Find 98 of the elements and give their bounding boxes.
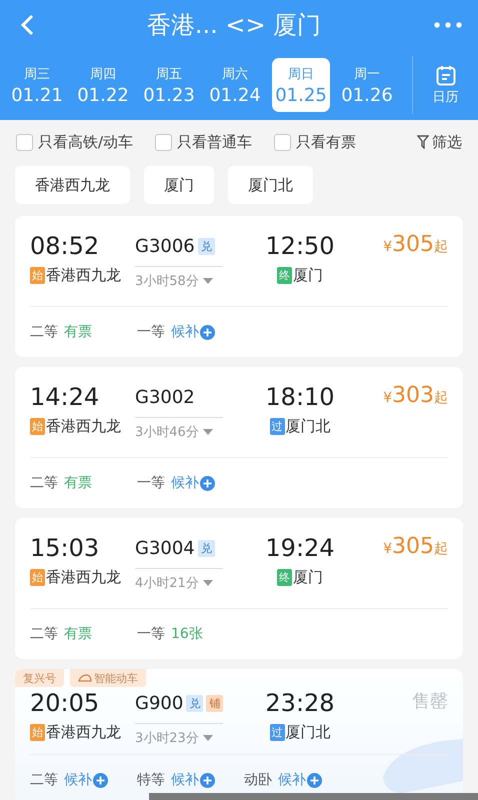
arrival-time: 18:10 (265, 383, 335, 411)
calendar-button[interactable]: 日历 (412, 56, 478, 114)
arrival-station: 厦门 (293, 266, 323, 285)
train-badge: 兑 (198, 540, 215, 556)
checkbox-label: 只看有票 (296, 132, 356, 152)
duration[interactable]: 3小时23分 (135, 723, 223, 747)
train-tag: 复兴号 (15, 669, 64, 687)
duration[interactable]: 3小时46分 (135, 417, 223, 441)
departure-station: 香港西九龙 (46, 568, 121, 587)
train-number: G3006 (135, 236, 195, 256)
train-card[interactable]: 15:03 始 香港西九龙 G3004 兑 4小时21分 19:24 终 厦门 ¥305起 二等 有票 一等 16张 (15, 518, 463, 659)
departure-station: 香港西九龙 (46, 417, 121, 436)
caret-icon (202, 429, 213, 435)
price: ¥305起 (383, 232, 448, 257)
waitlist-button[interactable]: 候补 (171, 771, 215, 789)
train-card[interactable]: 14:24 始 香港西九龙 G3002 3小时46分 18:10 过 厦门北 ¥303起 二等 有票 一等 候补 (15, 367, 463, 508)
seat-status: 有票 (64, 625, 92, 643)
checkbox[interactable] (274, 134, 292, 150)
seat-class: 二等 (30, 625, 58, 643)
price: ¥303起 (383, 383, 448, 408)
station-tag: 过 (270, 418, 284, 435)
train-number: G900 (135, 692, 184, 714)
date-tab[interactable]: 周一 01.26 (338, 58, 396, 112)
sold-out-label: 售罄 (412, 690, 448, 713)
plus-icon (200, 324, 215, 340)
departure-time: 20:05 (30, 689, 100, 717)
filter-button[interactable]: 筛选 (417, 132, 462, 152)
train-number: G3004 (135, 538, 195, 558)
train-badge: 铺 (206, 694, 224, 712)
seat-class: 二等 (30, 323, 58, 341)
departure-time: 08:52 (30, 232, 100, 260)
back-icon (20, 14, 34, 36)
seat-class: 二等 (30, 771, 58, 789)
checkbox-label: 只看普通车 (177, 132, 252, 152)
arrival-station: 厦门北 (286, 417, 330, 436)
waitlist-button[interactable]: 候补 (278, 771, 322, 789)
date-tab[interactable]: 周日 01.25 (272, 58, 330, 112)
caret-icon (202, 580, 213, 586)
checkbox[interactable] (155, 134, 172, 150)
waitlist-button[interactable]: 候补 (171, 474, 215, 492)
plus-icon (307, 772, 322, 788)
caret-icon (202, 278, 213, 284)
calendar-icon (436, 64, 456, 86)
train-card[interactable]: 08:52 始 香港西九龙 G3006 兑 3小时58分 12:50 终 厦门 ¥305起 二等 有票 一等 候补 (15, 216, 463, 357)
train-card[interactable]: 复兴号 智能动车 20:05 始 香港西九龙 G900 兑 铺 3小时23分 23:28 过 厦门北 售罄 二等 候补 特等 候补 动卧 候补 (15, 669, 463, 800)
departure-time: 14:24 (30, 383, 100, 411)
caret-icon (202, 735, 213, 741)
date-tab[interactable]: 周四 01.22 (74, 58, 132, 112)
price: ¥305起 (383, 534, 448, 559)
departure-station: 香港西九龙 (46, 266, 121, 285)
arrival-time: 19:24 (265, 534, 335, 562)
station-tag: 始 (30, 418, 45, 435)
plus-icon (200, 476, 215, 490)
arrival-station: 厦门 (293, 568, 323, 587)
seat-class: 特等 (137, 771, 165, 789)
station-tag: 始 (30, 267, 45, 284)
route-title: 香港... <> 厦门 (146, 10, 322, 41)
checkbox-label: 只看高铁/动车 (38, 132, 134, 152)
seat-status: 有票 (64, 323, 92, 341)
seat-class: 动卧 (244, 771, 272, 789)
waitlist-button[interactable]: 候补 (64, 771, 108, 789)
plus-icon (200, 772, 215, 788)
train-badge: 兑 (198, 238, 215, 254)
station-tag: 始 (30, 724, 45, 741)
arrival-station: 厦门北 (286, 723, 330, 742)
duration[interactable]: 4小时21分 (135, 568, 223, 592)
seat-class: 二等 (30, 474, 58, 492)
filter-icon (417, 135, 429, 149)
duration[interactable]: 3小时58分 (135, 266, 223, 290)
train-badge: 兑 (186, 694, 204, 712)
station-chip[interactable]: 香港西九龙 (15, 166, 130, 204)
departure-time: 15:03 (30, 534, 100, 562)
more-button[interactable] (434, 22, 462, 28)
more-icon (434, 22, 462, 28)
date-tab[interactable]: 周五 01.23 (140, 58, 198, 112)
station-tag: 始 (30, 569, 45, 586)
station-tag: 终 (277, 569, 292, 586)
checkbox[interactable] (16, 134, 33, 150)
seat-class: 一等 (137, 323, 165, 341)
train-tag: 智能动车 (70, 669, 146, 687)
date-tab[interactable]: 周三 01.21 (8, 58, 66, 112)
back-button[interactable] (20, 14, 34, 36)
departure-station: 香港西九龙 (46, 723, 121, 742)
seat-class: 一等 (137, 474, 165, 492)
arrival-time: 12:50 (265, 232, 335, 260)
station-chip[interactable]: 厦门 (144, 166, 214, 204)
date-tab[interactable]: 周六 01.24 (206, 58, 264, 112)
seat-class: 一等 (137, 625, 165, 643)
seat-status: 16张 (171, 625, 203, 643)
station-chip[interactable]: 厦门北 (228, 166, 313, 204)
plus-icon (93, 772, 108, 788)
waitlist-button[interactable]: 候补 (171, 323, 215, 341)
train-number: G3002 (135, 386, 195, 408)
train-icon (78, 674, 92, 682)
seat-status: 有票 (64, 474, 92, 492)
station-tag: 终 (277, 267, 292, 284)
station-tag: 过 (270, 724, 284, 741)
arrival-time: 23:28 (265, 689, 335, 717)
